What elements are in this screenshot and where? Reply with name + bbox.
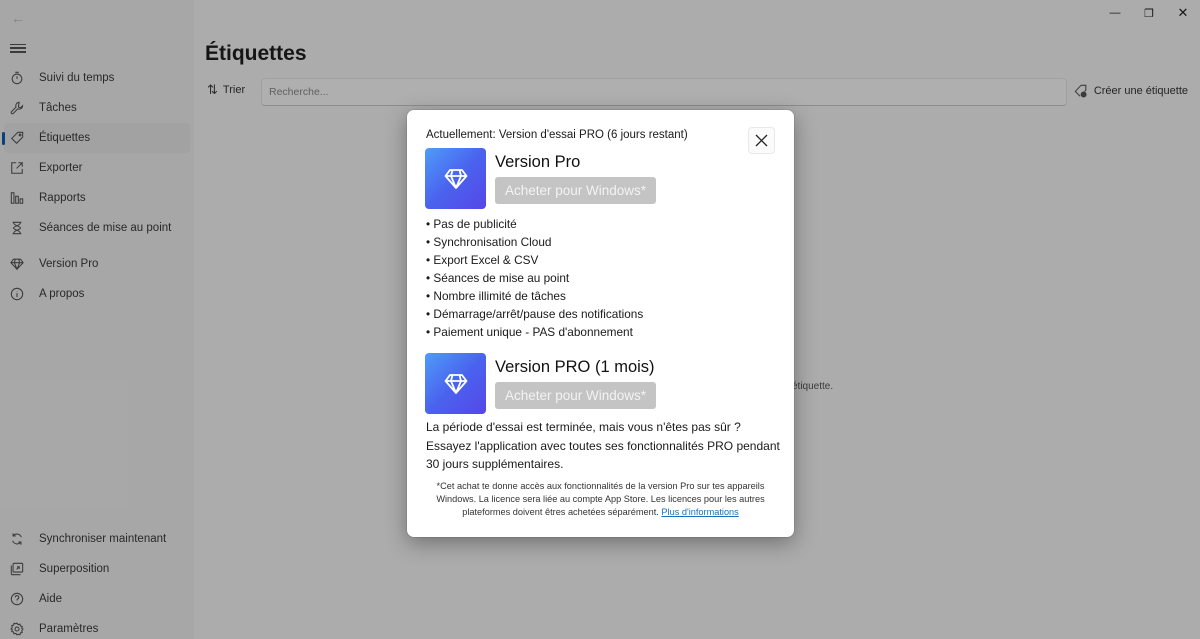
offer-title: Version Pro bbox=[495, 153, 581, 171]
diamond-icon bbox=[444, 168, 467, 189]
trial-description: La période d'essai est terminée, mais vo… bbox=[426, 420, 780, 471]
more-info-link[interactable]: Plus d'informations bbox=[661, 507, 738, 517]
buy-pro-month-button[interactable]: Acheter pour Windows* bbox=[495, 382, 656, 409]
feature-item: Paiement unique - PAS d'abonnement bbox=[426, 323, 643, 341]
diamond-icon bbox=[444, 373, 467, 394]
offer-pro: Version Pro Acheter pour Windows* bbox=[425, 148, 775, 209]
feature-item: Export Excel & CSV bbox=[426, 251, 643, 269]
purchase-disclaimer: *Cet achat te donne accès aux fonctionna… bbox=[422, 480, 779, 520]
feature-item: Synchronisation Cloud bbox=[426, 233, 643, 251]
offer-pro-1-month: Version PRO (1 mois) Acheter pour Window… bbox=[425, 353, 775, 414]
offer-title: Version PRO (1 mois) bbox=[495, 358, 655, 376]
upgrade-dialog: Actuellement: Version d'essai PRO (6 jou… bbox=[407, 110, 794, 537]
feature-list: Pas de publicité Synchronisation Cloud E… bbox=[426, 215, 643, 341]
trial-status: Actuellement: Version d'essai PRO (6 jou… bbox=[426, 129, 688, 141]
app-window: ← Suivi du temps Tâches Étiquettes Expor… bbox=[0, 0, 1200, 639]
feature-item: Séances de mise au point bbox=[426, 269, 643, 287]
feature-item: Pas de publicité bbox=[426, 215, 643, 233]
feature-item: Démarrage/arrêt/pause des notifications bbox=[426, 305, 643, 323]
feature-item: Nombre illimité de tâches bbox=[426, 287, 643, 305]
offer-tile bbox=[425, 353, 486, 414]
buy-pro-button[interactable]: Acheter pour Windows* bbox=[495, 177, 656, 204]
close-icon bbox=[755, 134, 768, 147]
offer-tile bbox=[425, 148, 486, 209]
